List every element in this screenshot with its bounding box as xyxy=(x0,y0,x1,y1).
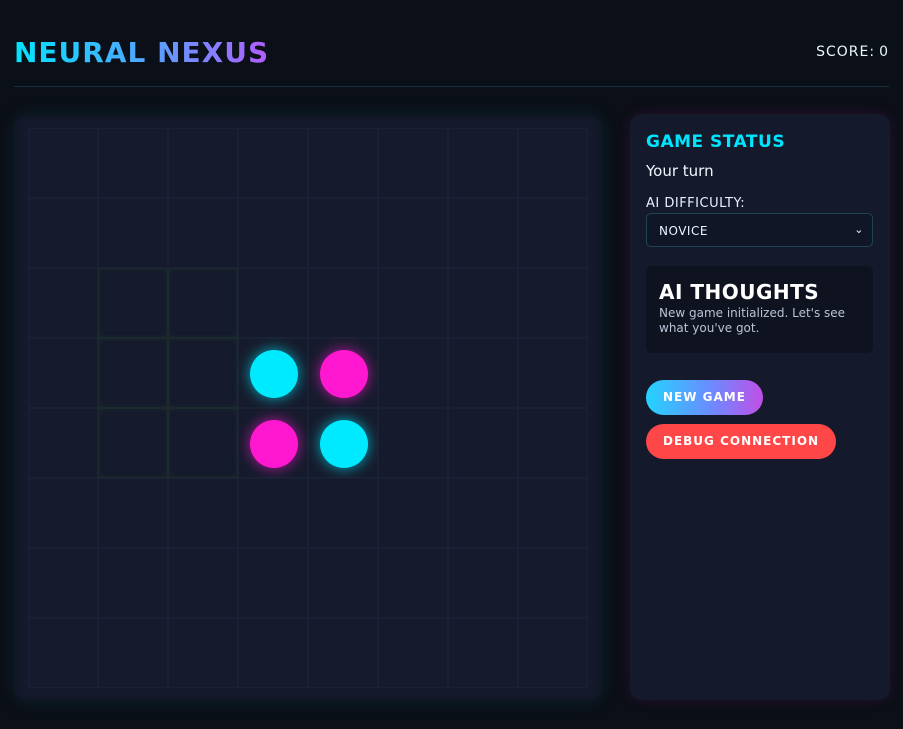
board-cell[interactable] xyxy=(98,128,168,198)
board-cell[interactable] xyxy=(168,198,238,268)
board-cell[interactable] xyxy=(28,478,98,548)
board-cell[interactable] xyxy=(238,618,308,688)
ai-thoughts-text: New game initialized. Let's see what you… xyxy=(659,306,846,335)
game-status-heading: GAME STATUS xyxy=(646,132,786,152)
board-cell[interactable] xyxy=(238,478,308,548)
board-cell[interactable] xyxy=(238,408,308,478)
board-cell[interactable] xyxy=(98,198,168,268)
board-cell[interactable] xyxy=(168,408,238,478)
board-cell[interactable] xyxy=(378,478,448,548)
board-cell[interactable] xyxy=(238,338,308,408)
board-cell[interactable] xyxy=(518,128,588,198)
board-cell[interactable] xyxy=(98,478,168,548)
board-cell[interactable] xyxy=(448,618,518,688)
app: NEURAL NEXUS SCORE: 0 GAME STATUS Your tu… xyxy=(0,0,903,729)
board-cell[interactable] xyxy=(308,548,378,618)
board-cell[interactable] xyxy=(378,338,448,408)
board-cell[interactable] xyxy=(168,548,238,618)
board-cell[interactable] xyxy=(448,128,518,198)
board-cell[interactable] xyxy=(308,128,378,198)
board-cell[interactable] xyxy=(168,478,238,548)
board-cell[interactable] xyxy=(238,128,308,198)
score-display: SCORE: 0 xyxy=(812,44,889,60)
board-cell[interactable] xyxy=(518,198,588,268)
board-cell[interactable] xyxy=(98,338,168,408)
board-cell[interactable] xyxy=(168,618,238,688)
score-value: 0 xyxy=(879,44,889,60)
difficulty-selected-value: NOVICE xyxy=(659,224,708,238)
board-cell[interactable] xyxy=(308,408,378,478)
board-cell[interactable] xyxy=(448,268,518,338)
magenta-disc xyxy=(320,350,368,398)
board-cell[interactable] xyxy=(168,268,238,338)
board-cell[interactable] xyxy=(518,478,588,548)
board-cell[interactable] xyxy=(518,268,588,338)
board-cell[interactable] xyxy=(308,478,378,548)
debug-connection-button[interactable]: DEBUG CONNECTION xyxy=(646,424,837,459)
board-cell[interactable] xyxy=(378,618,448,688)
board-cell[interactable] xyxy=(28,268,98,338)
board-cell[interactable] xyxy=(28,408,98,478)
board-cell[interactable] xyxy=(378,268,448,338)
ai-thoughts-heading: AI THOUGHTS xyxy=(659,280,820,304)
board-cell[interactable] xyxy=(308,268,378,338)
board-cell[interactable] xyxy=(518,408,588,478)
board-cell[interactable] xyxy=(168,338,238,408)
board-cell[interactable] xyxy=(448,408,518,478)
board-cell[interactable] xyxy=(238,548,308,618)
board-cell[interactable] xyxy=(518,338,588,408)
difficulty-label: AI DIFFICULTY: xyxy=(646,196,746,211)
board-cell[interactable] xyxy=(518,548,588,618)
side-panel: GAME STATUS Your turn AI DIFFICULTY: NOV… xyxy=(630,114,890,700)
chevron-down-icon: ⌄ xyxy=(854,223,864,236)
board-cell[interactable] xyxy=(308,618,378,688)
magenta-disc xyxy=(250,420,298,468)
board-cell[interactable] xyxy=(378,548,448,618)
score-label: SCORE: xyxy=(816,44,876,60)
ai-thoughts-box: AI THOUGHTS New game initialized. Let's … xyxy=(646,266,873,353)
board-cell[interactable] xyxy=(448,338,518,408)
cyan-disc xyxy=(250,350,298,398)
turn-status: Your turn xyxy=(646,162,714,180)
board-cell[interactable] xyxy=(28,618,98,688)
difficulty-select[interactable]: NOVICE ⌄ xyxy=(646,213,873,247)
board-cell[interactable] xyxy=(168,128,238,198)
board-cell[interactable] xyxy=(448,548,518,618)
board-cell[interactable] xyxy=(308,198,378,268)
board-cell[interactable] xyxy=(28,338,98,408)
board-cell[interactable] xyxy=(308,338,378,408)
app-logo: NEURAL NEXUS xyxy=(14,36,270,69)
board-cell[interactable] xyxy=(98,408,168,478)
board-cell[interactable] xyxy=(448,478,518,548)
board-cell[interactable] xyxy=(28,548,98,618)
board-cell[interactable] xyxy=(378,128,448,198)
board-cell[interactable] xyxy=(448,198,518,268)
new-game-button[interactable]: NEW GAME xyxy=(646,380,763,415)
header: NEURAL NEXUS SCORE: 0 xyxy=(14,28,889,87)
board-cell[interactable] xyxy=(378,198,448,268)
board-cell[interactable] xyxy=(378,408,448,478)
game-board xyxy=(28,128,588,688)
game-board-container xyxy=(14,114,602,702)
board-cell[interactable] xyxy=(98,618,168,688)
board-cell[interactable] xyxy=(28,198,98,268)
board-cell[interactable] xyxy=(28,128,98,198)
board-cell[interactable] xyxy=(238,198,308,268)
board-cell[interactable] xyxy=(98,268,168,338)
board-cell[interactable] xyxy=(238,268,308,338)
board-cell[interactable] xyxy=(518,618,588,688)
board-cell[interactable] xyxy=(98,548,168,618)
cyan-disc xyxy=(320,420,368,468)
